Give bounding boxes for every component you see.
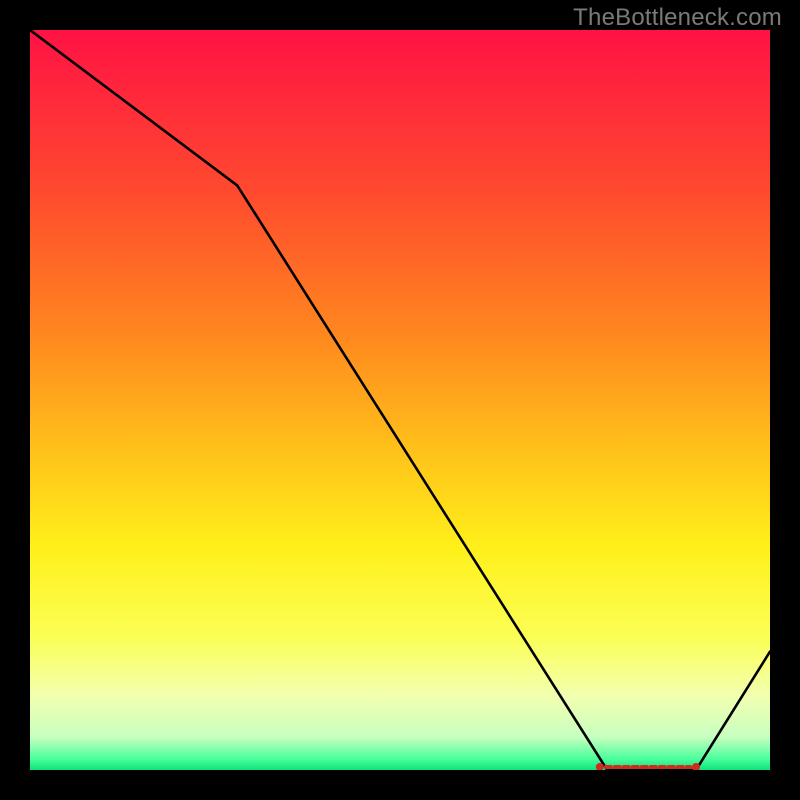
chart-plot: [30, 30, 770, 770]
attribution-label: TheBottleneck.com: [573, 4, 782, 32]
chart-frame: TheBottleneck.com: [0, 0, 800, 800]
